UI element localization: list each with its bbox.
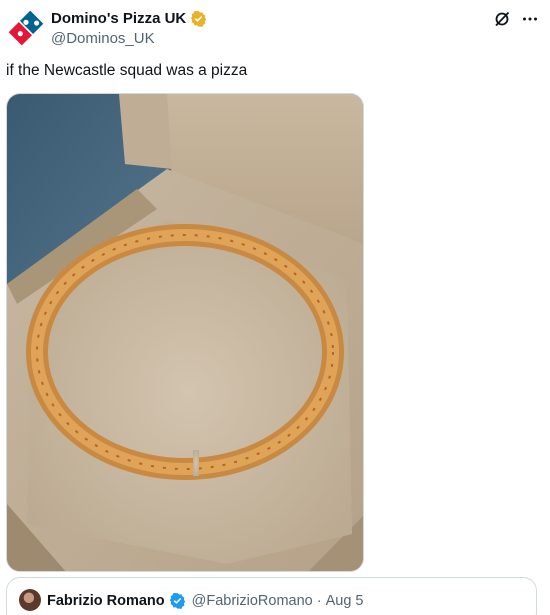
tweet-text: if the Newcastle squad was a pizza bbox=[6, 62, 248, 79]
quoted-author-avatar[interactable] bbox=[19, 589, 41, 611]
quoted-author-handle[interactable]: @FabrizioRomano bbox=[192, 593, 313, 609]
pizza-photo-image bbox=[7, 94, 363, 571]
tweet-photo[interactable] bbox=[6, 93, 364, 572]
author-name[interactable]: Domino's Pizza UK bbox=[51, 10, 207, 27]
quoted-verified-badge-icon bbox=[169, 592, 185, 609]
quoted-author-name[interactable]: Fabrizio Romano bbox=[47, 593, 165, 609]
author-avatar[interactable] bbox=[6, 8, 46, 48]
quoted-tweet-meta: Fabrizio Romano @FabrizioRomano · Aug 5 bbox=[47, 592, 363, 609]
more-options-icon[interactable] bbox=[520, 9, 540, 29]
grok-icon[interactable] bbox=[492, 9, 512, 29]
quoted-tweet-date[interactable]: Aug 5 bbox=[326, 593, 364, 609]
verified-badge-icon bbox=[191, 10, 207, 27]
dominos-logo-icon bbox=[6, 8, 46, 48]
meta-separator: · bbox=[316, 592, 322, 609]
quoted-tweet-card[interactable]: Fabrizio Romano @FabrizioRomano · Aug 5 bbox=[6, 577, 537, 615]
author-handle[interactable]: @Dominos_UK bbox=[51, 30, 155, 47]
author-name-text[interactable]: Domino's Pizza UK bbox=[51, 10, 186, 27]
